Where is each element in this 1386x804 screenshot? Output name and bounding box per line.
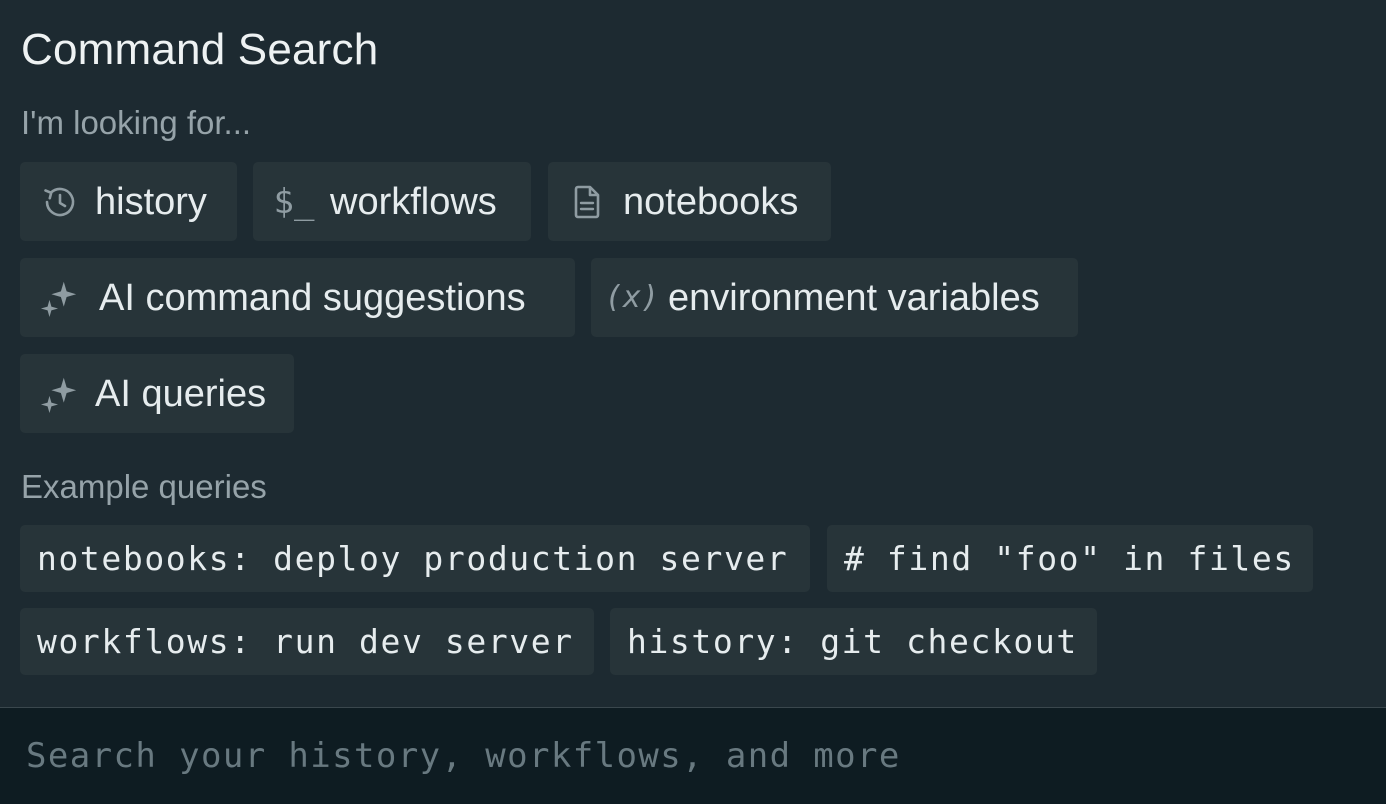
example-queries-label: Example queries [21, 468, 267, 505]
example-query[interactable]: notebooks: deploy production server [20, 525, 810, 592]
filter-ai-queries-chip[interactable]: AI queries [20, 354, 294, 433]
filter-label: history [95, 180, 207, 223]
filter-notebooks-chip[interactable]: notebooks [548, 162, 831, 241]
search-input[interactable] [26, 730, 1356, 782]
history-icon [39, 182, 79, 222]
filter-label: AI command suggestions [99, 276, 526, 319]
filter-label: notebooks [623, 180, 799, 223]
filter-label: workflows [330, 180, 497, 223]
command-search-panel: Command Search I'm looking for... histor… [0, 0, 1386, 707]
filter-ai-command-suggestions-chip[interactable]: AI command suggestions [20, 258, 575, 337]
filter-label: AI queries [95, 372, 267, 415]
search-bar [0, 708, 1386, 804]
dollar-prompt-icon: $_ [273, 181, 315, 222]
example-query[interactable]: workflows: run dev server [20, 608, 594, 675]
filter-environment-variables-chip[interactable]: (x) environment variables [591, 258, 1078, 337]
filter-label: environment variables [668, 276, 1040, 319]
example-query[interactable]: history: git checkout [610, 608, 1097, 675]
example-query[interactable]: # find "foo" in files [827, 525, 1313, 592]
sparkle-icon [39, 374, 79, 414]
sparkle-icon [39, 278, 79, 318]
looking-for-label: I'm looking for... [21, 104, 252, 141]
document-icon [567, 182, 607, 222]
filter-history-chip[interactable]: history [20, 162, 237, 241]
page-title: Command Search [21, 25, 379, 74]
variable-icon: (x) [604, 279, 660, 315]
filter-workflows-chip[interactable]: $_ workflows [253, 162, 531, 241]
